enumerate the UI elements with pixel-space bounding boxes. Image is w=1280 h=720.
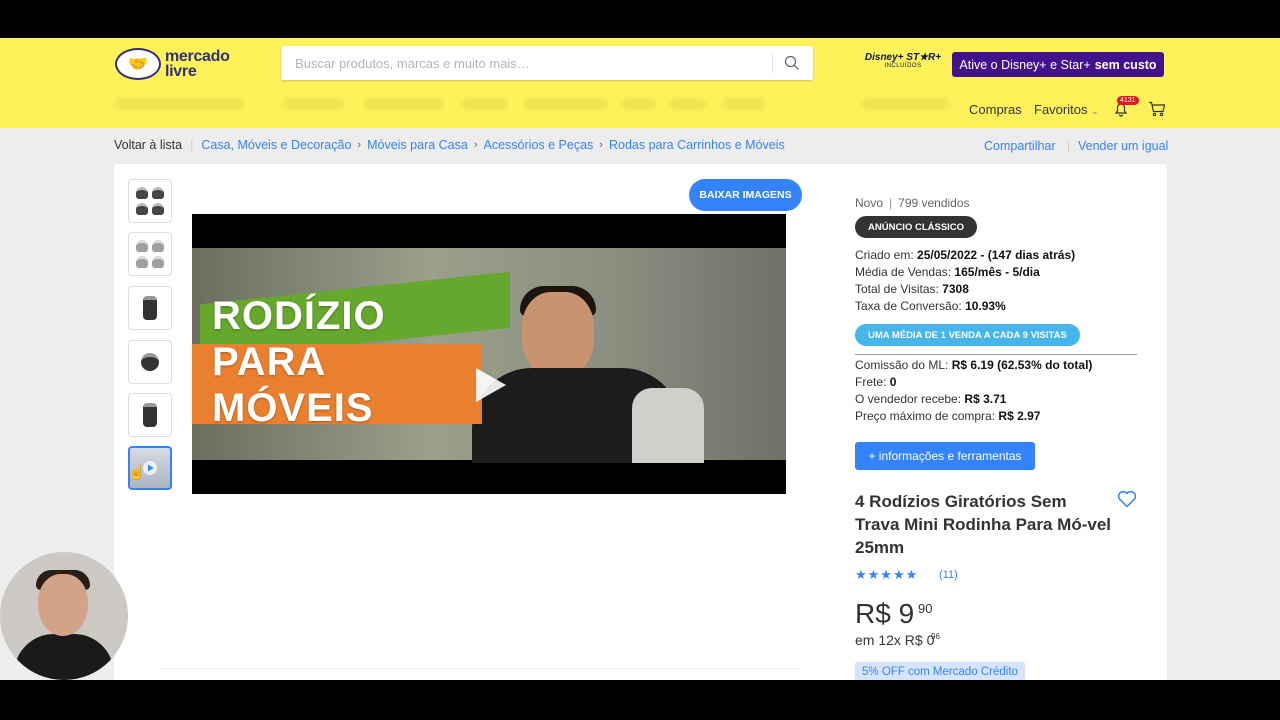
blurred-nav-item (282, 98, 344, 110)
chevron-right-icon: › (599, 139, 603, 151)
sold-count: 799 vendidos (898, 196, 970, 210)
fee-max-purchase-price: Preço máximo de compra: R$ 2.97 (855, 409, 1041, 423)
blurred-nav-item (524, 98, 608, 110)
listing-type-badge: ANÚNCIO CLÁSSICO (855, 216, 978, 238)
fee-seller-receives: O vendedor recebe: R$ 3.71 (855, 392, 1007, 406)
blurred-nav-item (670, 98, 706, 110)
review-count[interactable]: (11) (939, 569, 958, 581)
webcam-overlay (0, 552, 128, 680)
caster-wheel-image (143, 296, 157, 320)
gallery-thumbnail[interactable] (128, 393, 172, 437)
price-main: R$ 9 (855, 598, 915, 629)
cart-icon[interactable] (1148, 101, 1166, 117)
gallery-thumbnail[interactable] (128, 286, 172, 330)
blurred-nav-item (364, 98, 444, 110)
disney-cta-bold: sem custo (1094, 57, 1157, 72)
breadcrumb-item[interactable]: Casa, Móveis e Decoração (201, 138, 351, 152)
download-images-button[interactable]: BAIXAR IMAGENS (689, 179, 802, 211)
video-text-line: RODÍZIO (212, 294, 386, 338)
logo-line2: livre (165, 63, 197, 80)
disney-star-logo: Disney+ ST★R+ INCLUÍDOS (863, 52, 943, 69)
streamer-body (14, 634, 114, 680)
notification-badge: 4131 (1117, 96, 1139, 105)
installment-cents: 96 (931, 632, 940, 641)
breadcrumb: Voltar à lista | Casa, Móveis e Decoraçã… (114, 138, 785, 152)
chevron-right-icon: › (473, 139, 478, 151)
play-icon[interactable] (474, 366, 508, 404)
blurred-nav-item (622, 98, 656, 110)
logo-line1: mercado (165, 48, 230, 65)
gallery-thumbnail[interactable] (128, 179, 172, 223)
nav-favoritos-label: Favoritos (1034, 102, 1088, 117)
stat-average-sales: Média de Vendas: 165/mês - 5/dia (855, 265, 1040, 279)
rating-stars[interactable]: ★★★★★ (855, 567, 918, 583)
disney-cta-prefix: Ative o Disney+ e Star+ (959, 57, 1091, 72)
disney-logo-line2: INCLUÍDOS (884, 63, 922, 69)
sales-rate-badge: UMA MÉDIA DE 1 VENDA A CADA 9 VISITAS (855, 324, 1080, 346)
stat-conversion-rate: Taxa de Conversão: 10.93% (855, 299, 1006, 313)
product-condition: Novo | 799 vendidos (855, 196, 970, 210)
nav-favoritos[interactable]: Favoritos ⌄ (1034, 102, 1099, 117)
price-cents: 90 (918, 601, 933, 616)
share-link[interactable]: Compartilhar (984, 139, 1056, 153)
condition-new: Novo (855, 196, 884, 210)
fee-commission: Comissão do ML: R$ 6.19 (62.53% do total… (855, 358, 1093, 372)
stat-total-visits: Total de Visitas: 7308 (855, 282, 969, 296)
caster-wheels-image (136, 240, 164, 268)
caster-wheel-image (143, 403, 157, 427)
video-text-line: MÓVEIS (212, 386, 374, 430)
divider (160, 668, 800, 669)
video-text-line: PARA (212, 340, 327, 384)
mouse-cursor-icon: ☝ (128, 464, 146, 480)
gallery-thumbnail[interactable] (128, 232, 172, 276)
more-info-tools-button[interactable]: + informações e ferramentas (855, 442, 1035, 470)
product-title: 4 Rodízios Giratórios Sem Trava Mini Rod… (855, 492, 1112, 557)
search-input[interactable] (281, 46, 771, 80)
disney-activate-button[interactable]: Ative o Disney+ e Star+ sem custo (952, 52, 1164, 77)
heart-icon[interactable] (1117, 490, 1137, 508)
search-bar (281, 46, 813, 80)
caster-wheel-image (141, 353, 159, 371)
browser-viewport: 🤝 mercado livre Disney+ ST★R+ INCLUÍDOS … (0, 38, 1280, 680)
search-icon[interactable] (784, 55, 800, 71)
disney-logo-line1: Disney+ ST★R+ (864, 52, 942, 63)
chevron-right-icon: › (357, 139, 362, 151)
mercado-livre-logo[interactable]: 🤝 mercado livre (115, 48, 230, 80)
chevron-down-icon: ⌄ (1091, 106, 1099, 116)
streamer-head (38, 574, 88, 636)
blurred-user-name (862, 98, 950, 110)
search-divider (772, 53, 773, 73)
site-header: 🤝 mercado livre Disney+ ST★R+ INCLUÍDOS … (0, 38, 1280, 128)
product-video[interactable]: RODÍZIO PARA MÓVEIS (192, 214, 786, 494)
divider (855, 354, 1137, 355)
caster-wheels-image (136, 187, 164, 215)
installments: em 12x R$ 0 (855, 632, 935, 648)
presenter-head (522, 292, 594, 378)
breadcrumb-divider: | (190, 138, 194, 152)
blurred-location (114, 98, 244, 110)
share-divider: | (1067, 139, 1071, 153)
video-frame: RODÍZIO PARA MÓVEIS (192, 248, 786, 463)
nav-compras[interactable]: Compras (969, 102, 1022, 117)
credit-discount-badge: 5% OFF com Mercado Crédito (855, 662, 1025, 680)
back-to-list-link[interactable]: Voltar à lista (114, 138, 182, 152)
breadcrumb-item[interactable]: Rodas para Carrinhos e Móveis (609, 138, 785, 152)
gallery-thumbnail[interactable] (128, 340, 172, 384)
blurred-nav-item (462, 98, 508, 110)
presenter-sleeve (632, 388, 704, 463)
breadcrumb-item[interactable]: Acessórios e Peças (484, 138, 594, 152)
sell-similar-link[interactable]: Vender um igual (1078, 139, 1168, 153)
breadcrumb-item[interactable]: Móveis para Casa (367, 138, 468, 152)
stat-created: Criado em: 25/05/2022 - (147 dias atrás) (855, 248, 1076, 262)
fee-shipping: Frete: 0 (855, 375, 897, 389)
blurred-nav-item (722, 98, 766, 110)
handshake-icon: 🤝 (115, 48, 161, 80)
